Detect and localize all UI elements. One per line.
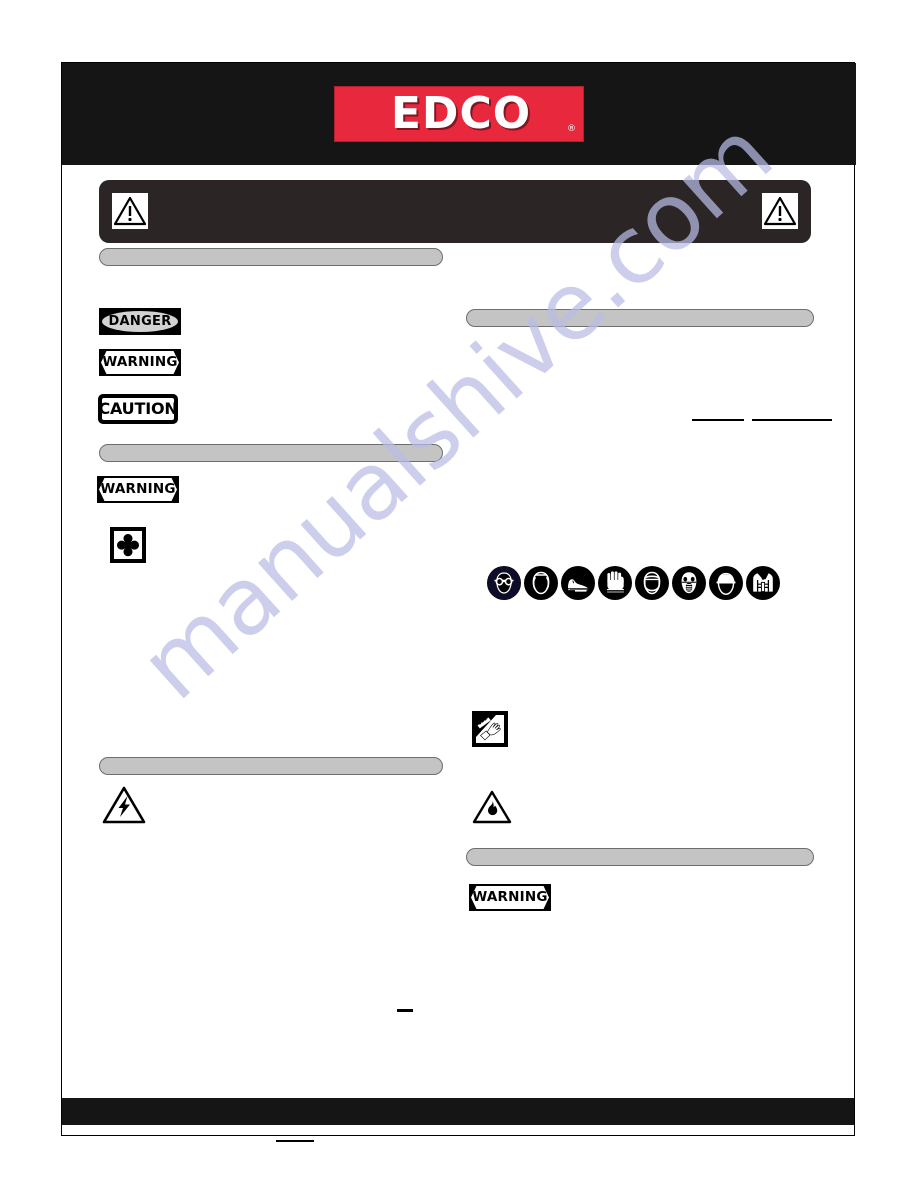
registered-trademark-symbol: ® bbox=[567, 124, 576, 134]
warning-triangle-icon bbox=[112, 193, 148, 229]
warning-triangle-icon bbox=[762, 193, 798, 229]
underline-rule bbox=[752, 419, 832, 421]
underline-rule bbox=[397, 1009, 413, 1012]
ear-protection-icon bbox=[524, 566, 558, 600]
warning-badge-label: WARNING bbox=[99, 478, 177, 501]
footer-band bbox=[62, 1098, 854, 1125]
crush-hazard-icon bbox=[110, 527, 146, 563]
respirator-icon bbox=[672, 566, 706, 600]
warning-badge-label: WARNING bbox=[471, 886, 549, 909]
underline-rule bbox=[692, 419, 744, 421]
section-header-bar bbox=[99, 248, 443, 266]
danger-badge: DANGER bbox=[99, 308, 181, 335]
underline-rule bbox=[276, 1140, 314, 1142]
electrical-shock-hazard-icon bbox=[102, 785, 146, 825]
edco-logo-text: EDCO bbox=[390, 88, 532, 139]
warning-badge: WARNING bbox=[469, 884, 551, 911]
section-header-bar bbox=[99, 757, 443, 775]
section-header-bar bbox=[466, 309, 814, 327]
protective-gloves-icon bbox=[598, 566, 632, 600]
face-shield-icon bbox=[635, 566, 669, 600]
caution-badge: CAUTION bbox=[98, 394, 178, 424]
safety-footwear-icon bbox=[561, 566, 595, 600]
edco-logo: EDCO ® bbox=[334, 86, 584, 142]
safety-glasses-icon bbox=[487, 566, 521, 600]
danger-badge-label: DANGER bbox=[102, 311, 178, 332]
section-header-bar bbox=[466, 848, 814, 866]
section-header-bar bbox=[99, 444, 443, 462]
fire-hazard-icon bbox=[472, 789, 512, 825]
alert-banner bbox=[99, 180, 811, 243]
hard-hat-icon bbox=[709, 566, 743, 600]
caution-badge-label: CAUTION bbox=[98, 398, 178, 420]
page-sheet: EDCO ® DANGER WARNING CAUTION WARNING WA… bbox=[61, 62, 856, 1142]
warning-badge: WARNING bbox=[99, 349, 181, 376]
ppe-icon-strip bbox=[487, 566, 780, 600]
warning-badge: WARNING bbox=[97, 476, 179, 503]
blade-cut-hazard-icon bbox=[472, 711, 508, 747]
safety-vest-icon bbox=[746, 566, 780, 600]
header-band: EDCO ® bbox=[62, 63, 856, 165]
warning-badge-label: WARNING bbox=[101, 351, 179, 374]
